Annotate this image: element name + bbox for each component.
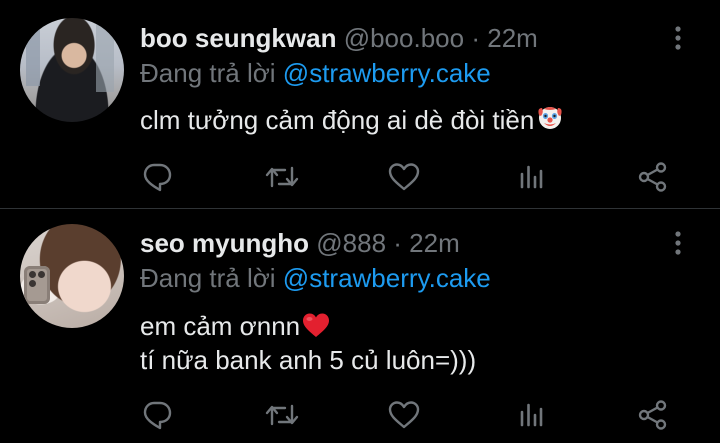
tweet[interactable]: boo seungkwan @boo.boo · 22m Đang trả lờ… bbox=[0, 0, 720, 208]
reply-icon[interactable] bbox=[137, 395, 177, 435]
tweet-text-content: clm tưởng cảm động ai dè đòi tiền bbox=[140, 105, 535, 135]
separator: · bbox=[471, 23, 480, 53]
tweet-text-line: clm tưởng cảm động ai dè đòi tiền bbox=[140, 103, 565, 137]
display-name[interactable]: seo myungho bbox=[140, 228, 309, 258]
heart-icon[interactable] bbox=[384, 157, 424, 197]
separator: · bbox=[393, 228, 402, 258]
replying-to: Đang trả lời @strawberry.cake bbox=[140, 57, 491, 89]
more-vertical-icon[interactable] bbox=[670, 24, 686, 52]
tweet-header: boo seungkwan @boo.boo · 22m bbox=[140, 22, 538, 54]
user-handle[interactable]: @boo.boo bbox=[344, 23, 464, 53]
reply-icon[interactable] bbox=[137, 157, 177, 197]
mention-link[interactable]: @strawberry.cake bbox=[283, 58, 491, 88]
tweet[interactable]: seo myungho @888 · 22m Đang trả lời @str… bbox=[0, 209, 720, 443]
tweet-text: em cảm ơnnn tí nữa bank anh 5 củ luôn=))… bbox=[140, 309, 476, 377]
more-vertical-icon[interactable] bbox=[670, 229, 686, 257]
tweet-header: seo myungho @888 · 22m bbox=[140, 227, 460, 259]
action-bar bbox=[0, 157, 720, 197]
tweet-text-line: tí nữa bank anh 5 củ luôn=))) bbox=[140, 345, 477, 375]
share-icon[interactable] bbox=[633, 157, 673, 197]
heart-icon[interactable] bbox=[384, 395, 424, 435]
user-handle[interactable]: @888 bbox=[316, 228, 386, 258]
action-bar bbox=[0, 395, 720, 435]
clown-face-icon bbox=[535, 103, 565, 133]
retweet-icon[interactable] bbox=[262, 157, 302, 197]
replying-prefix: Đang trả lời bbox=[140, 58, 276, 88]
tweet-text: clm tưởng cảm động ai dè đòi tiền bbox=[140, 103, 565, 137]
stats-icon[interactable] bbox=[511, 395, 551, 435]
timestamp[interactable]: 22m bbox=[487, 23, 538, 53]
stats-icon[interactable] bbox=[511, 157, 551, 197]
display-name[interactable]: boo seungkwan bbox=[140, 23, 336, 53]
red-heart-icon bbox=[301, 311, 331, 339]
retweet-icon[interactable] bbox=[262, 395, 302, 435]
replying-prefix: Đang trả lời bbox=[140, 263, 276, 293]
avatar[interactable] bbox=[20, 18, 124, 122]
tweet-text-line: em cảm ơnnn bbox=[140, 309, 476, 343]
mention-link[interactable]: @strawberry.cake bbox=[283, 263, 491, 293]
avatar[interactable] bbox=[20, 224, 124, 328]
share-icon[interactable] bbox=[633, 395, 673, 435]
replying-to: Đang trả lời @strawberry.cake bbox=[140, 262, 491, 294]
tweet-text-content: em cảm ơnnn bbox=[140, 311, 301, 341]
timestamp[interactable]: 22m bbox=[409, 228, 460, 258]
